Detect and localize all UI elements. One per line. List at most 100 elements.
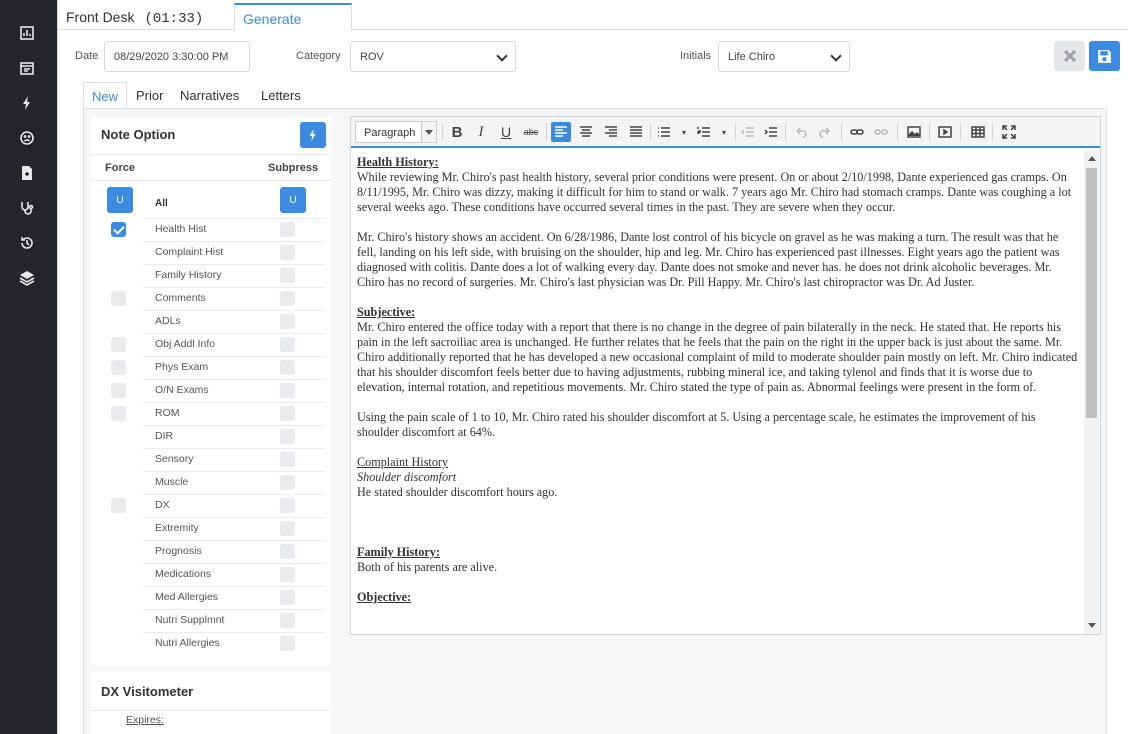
tab-front-desk[interactable]: Front Desk (01:33) (58, 3, 233, 31)
sidebar-history-icon[interactable] (17, 233, 37, 253)
media-icon[interactable] (935, 122, 955, 142)
force-all-button[interactable]: U (107, 187, 133, 213)
force-checkbox[interactable] (111, 291, 126, 306)
paragraph: Using the pain scale of 1 to 10, Mr. Chi… (357, 410, 1036, 439)
scroll-down-icon[interactable] (1088, 623, 1096, 628)
image-icon[interactable] (904, 122, 924, 142)
suppress-all-button[interactable]: U (280, 187, 306, 213)
outdent-icon[interactable] (738, 122, 758, 142)
suppress-checkbox[interactable] (280, 337, 295, 352)
cancel-button[interactable] (1054, 41, 1085, 71)
bold-icon[interactable]: B (447, 122, 467, 142)
suppress-checkbox[interactable] (280, 245, 295, 260)
dx-visitometer-panel: DX Visitometer Expires: (91, 672, 331, 734)
note-option-label: Phys Exam (155, 361, 209, 373)
paragraph-format-select[interactable]: Paragraph (355, 121, 437, 143)
suppress-checkbox[interactable] (280, 291, 295, 306)
initials-select[interactable]: Life Chiro (718, 41, 850, 72)
underline-icon[interactable]: U (496, 122, 516, 142)
suppress-checkbox[interactable] (280, 636, 295, 651)
scroll-thumb[interactable] (1086, 168, 1097, 418)
strikethrough-icon[interactable]: abc (521, 122, 541, 142)
suppress-checkbox[interactable] (280, 452, 295, 467)
note-option-label: Comments (155, 292, 206, 304)
link-icon[interactable] (847, 122, 867, 142)
toolbar-separator (442, 123, 443, 141)
subtab-narratives[interactable]: Narratives (172, 82, 247, 109)
note-document-body[interactable]: Health History: While reviewing Mr. Chiro… (357, 155, 1079, 633)
bullet-list-options-icon[interactable]: ▾ (674, 122, 694, 142)
toolbar-separator (897, 123, 898, 141)
sidebar-stethoscope-icon[interactable] (17, 198, 37, 218)
tab-generate[interactable]: Generate (234, 3, 352, 31)
suppress-checkbox[interactable] (280, 613, 295, 628)
note-option-label: DIR (155, 430, 174, 442)
suppress-checkbox[interactable] (280, 475, 295, 490)
category-select[interactable]: ROV (350, 41, 516, 72)
align-right-icon[interactable] (601, 122, 621, 142)
force-checkbox[interactable] (111, 406, 126, 421)
session-clock: (01:33) (144, 11, 204, 27)
note-option-label: Nutri Allergies (155, 637, 220, 649)
note-option-label: ADLs (155, 315, 181, 327)
force-checkbox[interactable] (111, 337, 126, 352)
sidebar-dashboard-icon[interactable] (17, 23, 37, 43)
suppress-checkbox[interactable] (280, 498, 295, 513)
force-checkbox[interactable] (111, 498, 126, 513)
redo-icon[interactable] (815, 122, 835, 142)
suppress-checkbox[interactable] (280, 314, 295, 329)
suppress-checkbox[interactable] (280, 268, 295, 283)
indent-icon[interactable] (761, 122, 781, 142)
unlink-icon[interactable] (871, 122, 891, 142)
align-center-icon[interactable] (576, 122, 596, 142)
suppress-checkbox[interactable] (280, 406, 295, 421)
sidebar-layers-icon[interactable] (17, 268, 37, 288)
all-label: All (155, 198, 168, 209)
sidebar-document-icon[interactable] (17, 163, 37, 183)
sidebar-face-icon[interactable] (17, 128, 37, 148)
editor-scrollbar[interactable] (1084, 150, 1099, 634)
subtab-prior[interactable]: Prior (128, 82, 171, 109)
scroll-up-icon[interactable] (1088, 156, 1096, 161)
bullet-list-icon[interactable] (654, 122, 674, 142)
force-all-label: U (116, 194, 124, 206)
fullscreen-icon[interactable] (999, 122, 1019, 142)
numbered-list-icon[interactable] (694, 122, 714, 142)
toolbar-separator (546, 123, 547, 141)
force-checkbox[interactable] (111, 383, 126, 398)
suppress-checkbox[interactable] (280, 567, 295, 582)
italic-icon[interactable]: I (471, 122, 491, 142)
sidebar-nav (0, 0, 57, 734)
sidebar-calendar-icon[interactable] (17, 58, 37, 78)
suppress-checkbox[interactable] (280, 521, 295, 536)
note-option-label: Muscle (155, 476, 189, 488)
align-justify-icon[interactable] (626, 122, 646, 142)
undo-icon[interactable] (791, 122, 811, 142)
table-icon[interactable] (968, 122, 988, 142)
suppress-checkbox[interactable] (280, 429, 295, 444)
toolbar-separator (650, 123, 651, 141)
suppress-checkbox[interactable] (280, 360, 295, 375)
toolbar-separator (785, 123, 786, 141)
date-field[interactable]: 08/29/2020 3:30:00 PM (104, 41, 250, 72)
numbered-list-options-icon[interactable]: ▾ (714, 122, 734, 142)
subtab-letters[interactable]: Letters (253, 82, 309, 109)
save-button[interactable] (1089, 41, 1120, 71)
suppress-checkbox[interactable] (280, 590, 295, 605)
suppress-all-label: U (289, 194, 297, 206)
suppress-checkbox[interactable] (280, 222, 295, 237)
subtab-new[interactable]: New (83, 82, 128, 109)
suppress-checkbox[interactable] (280, 383, 295, 398)
suppress-checkbox[interactable] (280, 544, 295, 559)
category-label: Category (296, 50, 341, 62)
quick-generate-button[interactable] (300, 122, 326, 148)
align-left-icon[interactable] (551, 122, 571, 142)
app-window: Front Desk (01:33) Generate Date 08/29/20… (0, 0, 1128, 734)
force-checkbox[interactable] (111, 360, 126, 375)
expires-link[interactable]: Expires: (126, 714, 164, 726)
force-checkbox[interactable] (111, 222, 126, 237)
sidebar-bolt-icon[interactable] (17, 93, 37, 113)
